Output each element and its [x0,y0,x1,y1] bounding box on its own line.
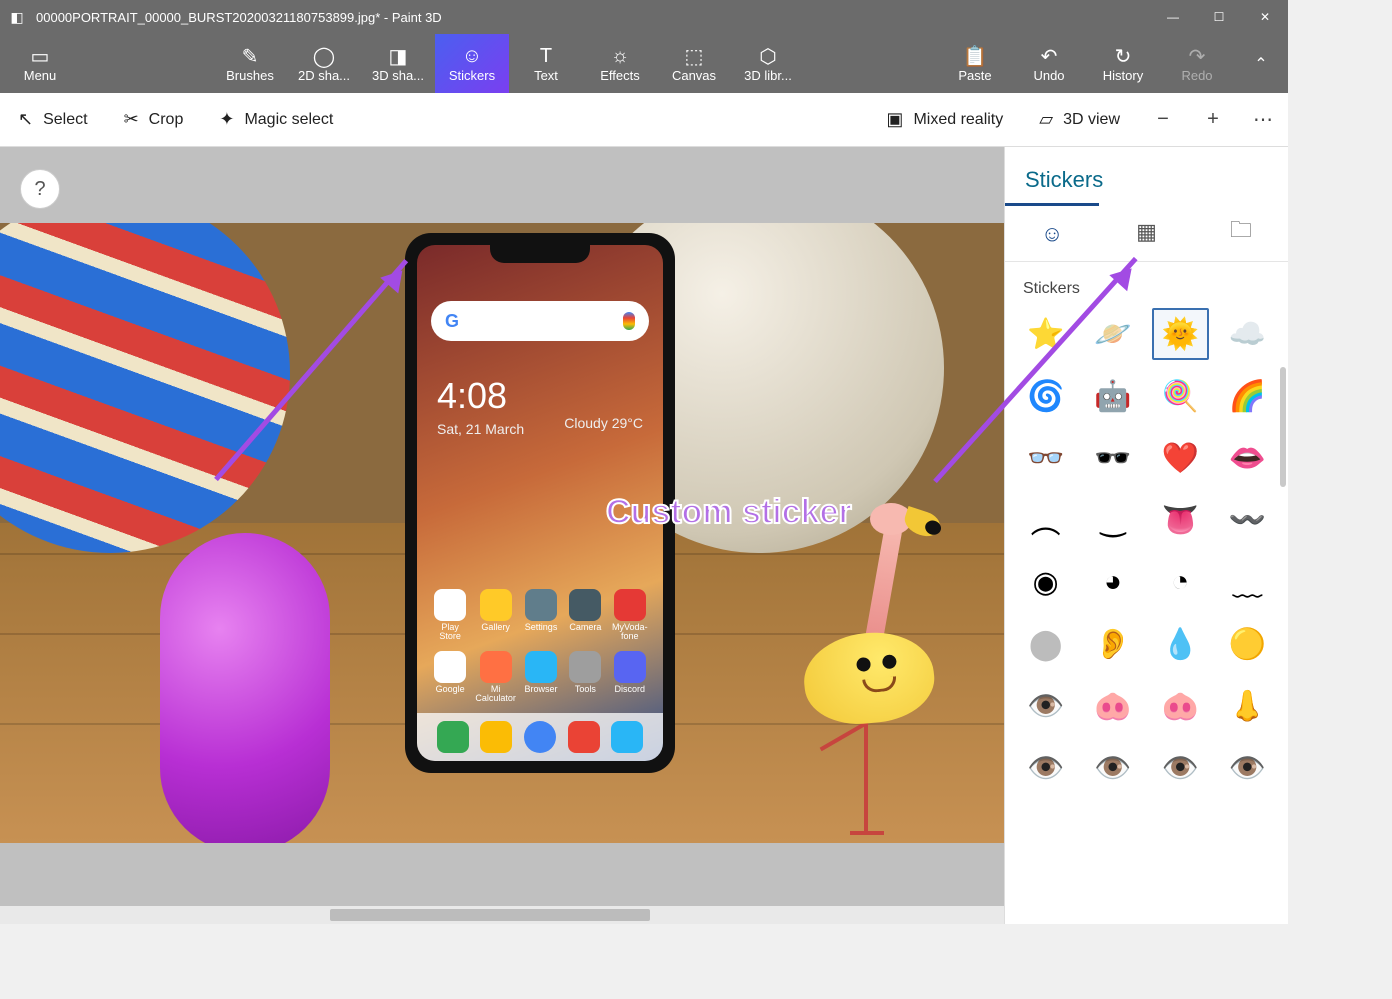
sticker-robot[interactable]: 🤖 [1084,370,1141,422]
text-button[interactable]: TText [509,34,583,93]
sticker-rainbow[interactable]: 🌈 [1219,370,1276,422]
sticker-heart[interactable]: ❤️ [1152,432,1209,484]
canvas-area[interactable]: ? G 4:08 Sat, 21 March Cloudy 29°C Play … [0,147,1004,924]
close-button[interactable]: ✕ [1242,0,1288,34]
sticker-eye-green[interactable]: 👁️ [1017,742,1074,794]
sticker-eyelash[interactable]: 👁️ [1017,680,1074,732]
redo-button[interactable]: ↷Redo [1160,34,1234,93]
sticker-drop-pink[interactable]: 💧 [1152,618,1209,670]
zoom-out-button[interactable]: − [1138,93,1188,146]
3d-library-button[interactable]: ⬡3D libr... [731,34,805,93]
sticker-mustache[interactable]: 〰️ [1219,494,1276,546]
canvas-icon: ⬚ [685,44,704,68]
collapse-ribbon-button[interactable]: ⌃ [1234,34,1288,93]
sticker-eye-dot[interactable]: ◉ [1017,556,1074,608]
sticker-eye-blue-cat[interactable]: 👁️ [1084,742,1141,794]
history-button[interactable]: ↻History [1086,34,1160,93]
mr-icon: ▣ [886,109,903,130]
canvas-button[interactable]: ⬚Canvas [657,34,731,93]
stickers-tab-textures[interactable]: ▦ [1099,203,1193,261]
sticker-sunglasses[interactable]: 🕶️ [1084,432,1141,484]
effects-icon: ☼ [611,44,629,68]
help-button[interactable]: ? [20,169,60,209]
brushes-button[interactable]: ✎Brushes [213,34,287,93]
purple-capsule-object [160,533,330,843]
stickers-panel: Stickers ☺ ▦ 🗀 Stickers ⭐🪐🌞☁️🌀🤖🍭🌈👓🕶️❤️👄︵… [1004,147,1288,924]
sticker-eye-side[interactable]: ◕ [1084,556,1141,608]
undo-icon: ↶ [1041,44,1058,68]
annotation-text: Custom sticker [606,493,852,532]
sticker-planet[interactable]: 🪐 [1084,308,1141,360]
sticker-sun[interactable]: 🌞 [1152,308,1209,360]
2d-shapes-button[interactable]: ◯2D sha... [287,34,361,93]
paste-button[interactable]: 📋Paste [938,34,1012,93]
paste-icon: 📋 [963,44,988,68]
sticker-glasses[interactable]: 👓 [1017,432,1074,484]
crop-icon: ✂ [124,109,139,130]
stickers-tab-shapes[interactable]: ☺ [1005,203,1099,261]
sticker-cloud[interactable]: ☁️ [1219,308,1276,360]
secondary-toolbar: ↖Select ✂Crop ✦Magic select ▣Mixed reali… [0,93,1288,147]
redo-icon: ↷ [1189,44,1206,68]
3d-view-button[interactable]: ▱3D view [1021,93,1138,146]
magic-icon: ✦ [219,109,234,130]
sticker-blob-grey[interactable]: ⬤ [1017,618,1074,670]
crop-tool[interactable]: ✂Crop [106,93,202,146]
more-button[interactable]: ⋯ [1238,93,1288,146]
sticker-ear[interactable]: 👂 [1084,618,1141,670]
sticker-eye-up[interactable]: ◔ [1152,556,1209,608]
menu-label: Menu [24,68,57,83]
stickers-button[interactable]: ☺Stickers [435,34,509,93]
sticker-grin-mouth[interactable]: ‿ [1084,494,1141,546]
sticker-eyebrow[interactable]: ﹏ [1219,556,1276,608]
panel-title: Stickers [1005,147,1288,203]
library-icon: ⬡ [759,44,776,68]
horizontal-scrollbar[interactable] [0,906,1004,924]
brush-icon: ✎ [242,44,259,68]
app-icon: ◧ [0,0,34,34]
sticker-grid: ⭐🪐🌞☁️🌀🤖🍭🌈👓🕶️❤️👄︵‿👅〰️◉◕◔﹏⬤👂💧🟡👁️🐽🐽👃👁️👁️👁️👁… [1005,304,1288,798]
phone-weather: Cloudy 29°C [564,415,643,431]
shapes3d-icon: ◨ [389,44,408,68]
sticker-lips[interactable]: 👄 [1219,432,1276,484]
phone-time: 4:08 [437,375,507,417]
canvas-image[interactable]: G 4:08 Sat, 21 March Cloudy 29°C Play St… [0,223,1004,843]
mixed-reality-button[interactable]: ▣Mixed reality [868,93,1021,146]
sticker-lollipop[interactable]: 🍭 [1152,370,1209,422]
panel-scrollbar[interactable] [1280,367,1286,487]
sticker-frown-mouth[interactable]: ︵ [1017,494,1074,546]
maximize-button[interactable]: ☐ [1196,0,1242,34]
effects-button[interactable]: ☼Effects [583,34,657,93]
view3d-icon: ▱ [1039,109,1053,130]
stickers-icon: ☺ [462,44,482,68]
sticker-blob-yellow[interactable]: 🟡 [1219,618,1276,670]
sticker-nose[interactable]: 👃 [1219,680,1276,732]
text-icon: T [540,44,552,68]
menu-button[interactable]: ▭ Menu [0,34,80,93]
sticker-pig-nose[interactable]: 🐽 [1152,680,1209,732]
select-tool[interactable]: ↖Select [0,93,106,146]
history-icon: ↻ [1115,44,1132,68]
minimize-button[interactable]: — [1150,0,1196,34]
stickers-tab-custom[interactable]: 🗀 [1194,203,1288,261]
undo-button[interactable]: ↶Undo [1012,34,1086,93]
3d-shapes-button[interactable]: ◨3D sha... [361,34,435,93]
shapes2d-icon: ◯ [313,44,335,68]
sticker-eye-blue[interactable]: 👁️ [1219,742,1276,794]
ribbon: ▭ Menu ✎Brushes ◯2D sha... ◨3D sha... ☺S… [0,34,1288,93]
cursor-icon: ↖ [18,109,33,130]
sticker-eye-amber[interactable]: 👁️ [1152,742,1209,794]
zoom-in-button[interactable]: + [1188,93,1238,146]
folder-icon: ▭ [31,44,50,68]
phone-date: Sat, 21 March [437,421,524,437]
titlebar: ◧ 00000PORTRAIT_00000_BURST2020032118075… [0,0,1288,34]
magic-select-tool[interactable]: ✦Magic select [201,93,351,146]
window-title: 00000PORTRAIT_00000_BURST202003211807538… [34,10,1150,25]
flamingo-sticker-object [774,513,934,833]
sticker-dog-nose[interactable]: 🐽 [1084,680,1141,732]
sticker-tongue[interactable]: 👅 [1152,494,1209,546]
